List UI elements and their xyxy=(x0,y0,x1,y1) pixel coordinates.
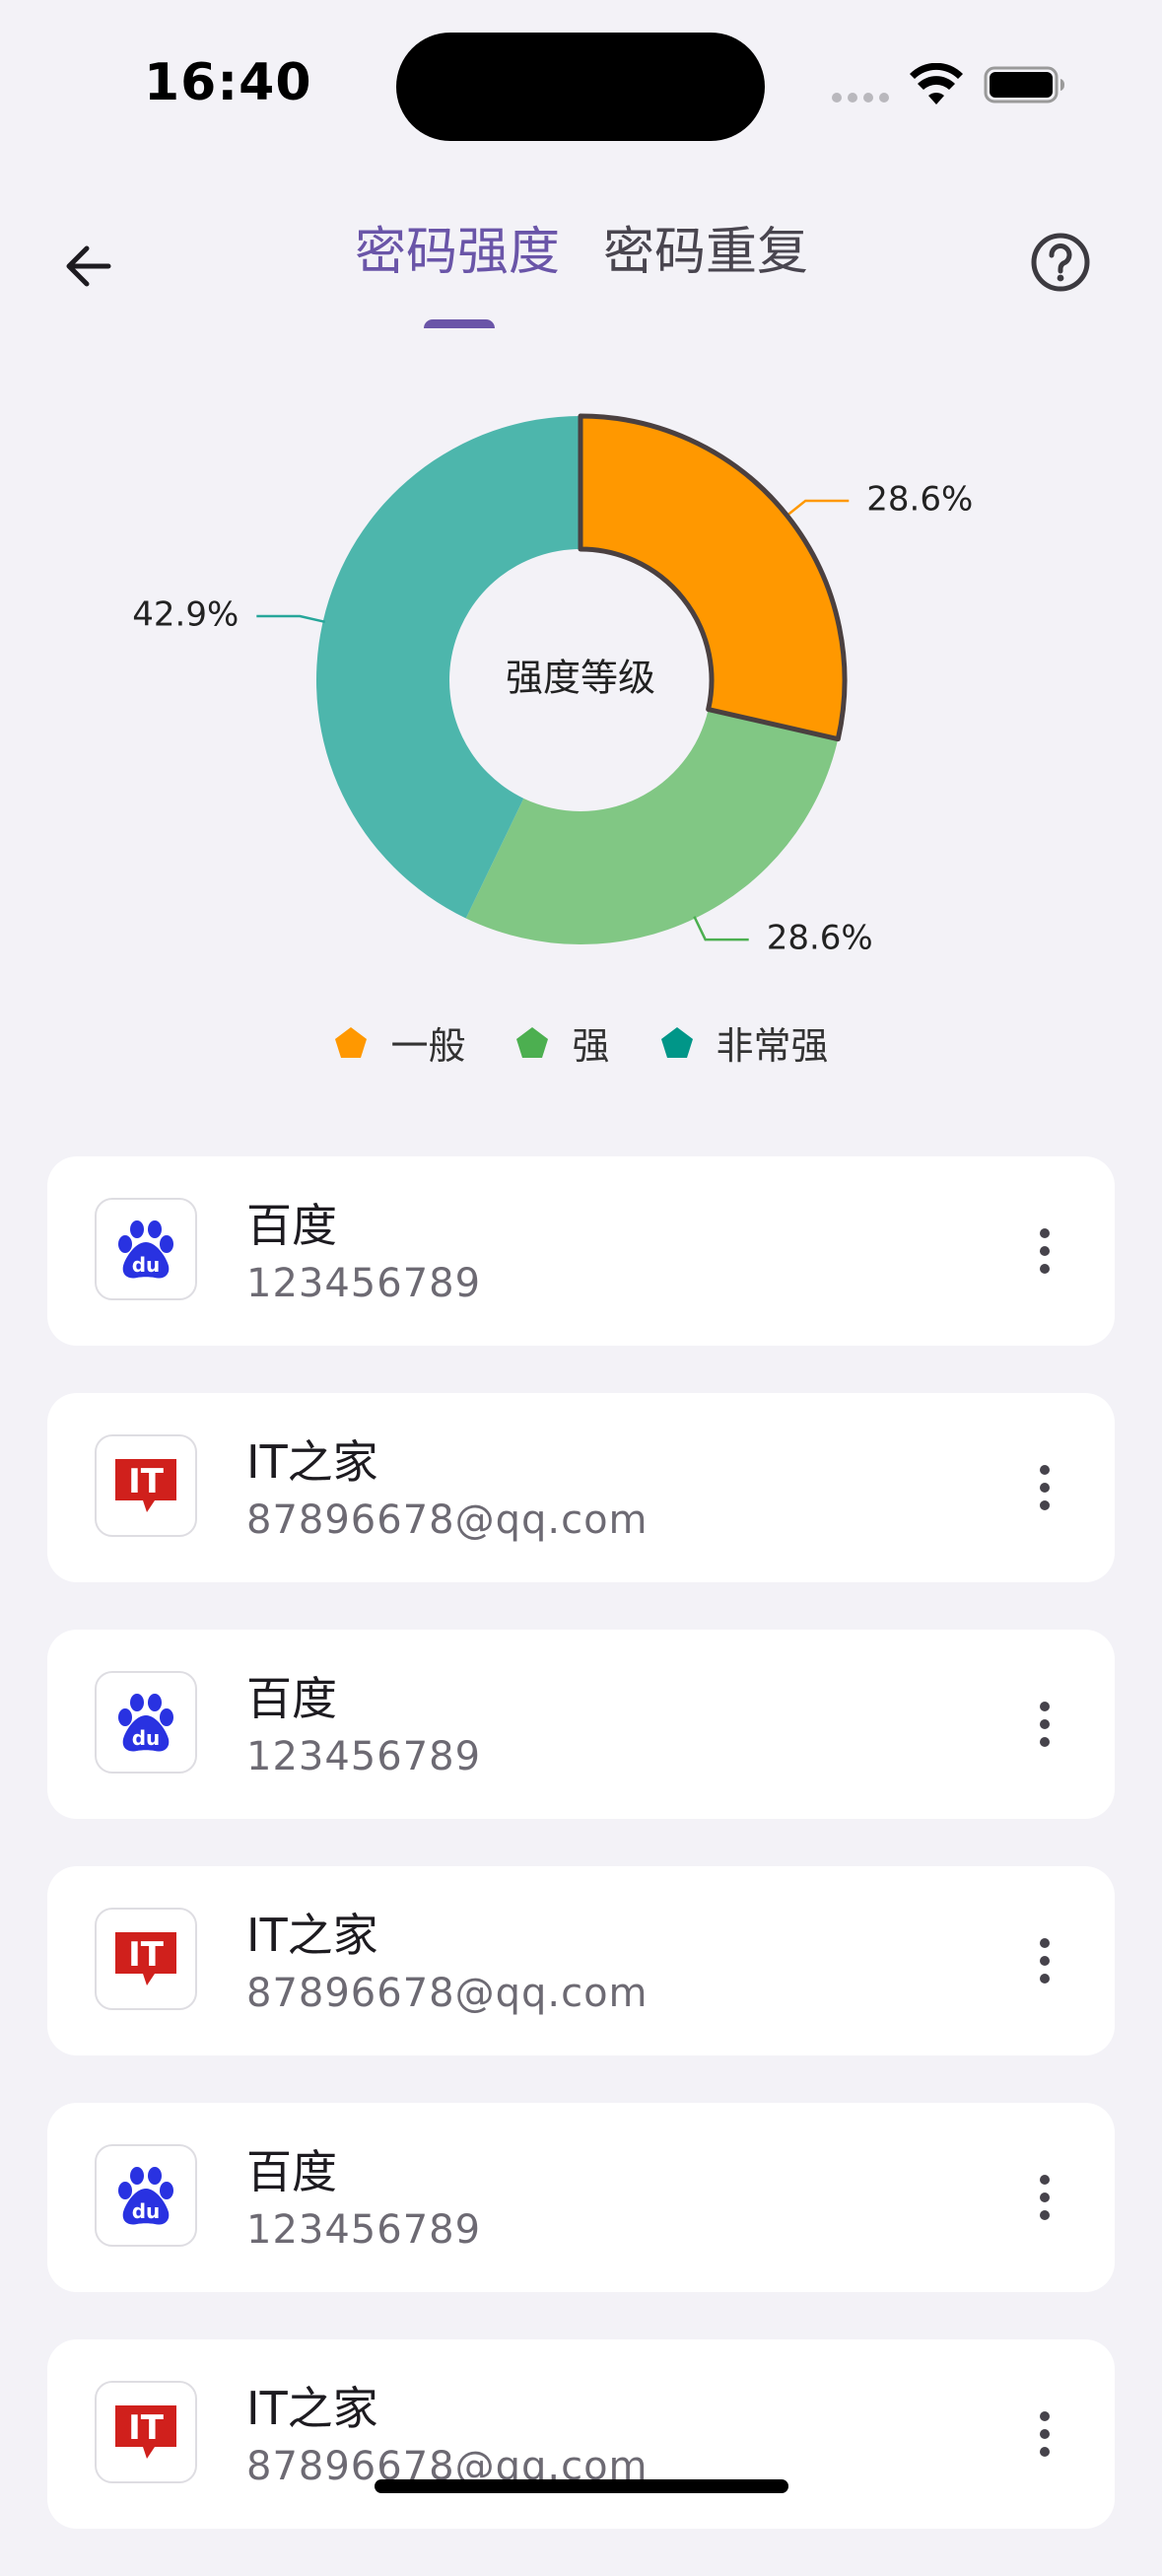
account-card[interactable]: du 百度 123456789 xyxy=(47,1156,1115,1346)
svg-text:IT: IT xyxy=(128,2408,165,2448)
chart-value-label-strong: 28.6% xyxy=(767,919,873,958)
chart-legend: 一般 强 非常强 xyxy=(0,1015,1162,1070)
account-id: 87896678@qq.com xyxy=(246,1497,649,1543)
more-vert-icon xyxy=(1040,1702,1050,1711)
more-vert-icon xyxy=(1040,2411,1050,2421)
baidu-logo-icon: du xyxy=(118,1694,173,1752)
status-time: 16:40 xyxy=(144,53,312,112)
svg-text:IT: IT xyxy=(128,1935,165,1975)
account-name: 百度 xyxy=(246,1199,337,1252)
legend-item-normal[interactable]: 一般 xyxy=(333,1015,465,1070)
top-app-bar: 密码强度 密码重复 xyxy=(0,177,1162,335)
cellular-signal-icon xyxy=(832,93,889,103)
account-name: 百度 xyxy=(246,2145,337,2198)
account-card[interactable]: du 百度 123456789 xyxy=(47,1630,1115,1819)
more-options-button[interactable] xyxy=(1025,1681,1064,1768)
account-list: du 百度 123456789 IT IT之家 87896678@qq.com … xyxy=(47,1156,1115,2576)
more-options-button[interactable] xyxy=(1025,1444,1064,1531)
chart-leader-line-very-strong xyxy=(256,614,325,624)
account-card[interactable]: du 百度 123456789 xyxy=(47,2103,1115,2292)
account-card[interactable]: IT IT之家 87896678@qq.com xyxy=(47,1393,1115,1582)
baidu-logo-icon: du xyxy=(118,1220,173,1279)
home-indicator xyxy=(375,2479,788,2493)
legend-item-very-strong[interactable]: 非常强 xyxy=(659,1015,829,1070)
tab-row: 密码强度 密码重复 xyxy=(355,211,808,294)
account-id: 123456789 xyxy=(246,1734,482,1779)
app-logo: du xyxy=(95,1671,197,1774)
account-id: 123456789 xyxy=(246,1261,482,1306)
more-vert-icon xyxy=(1040,1465,1050,1475)
app-logo: IT xyxy=(95,2381,197,2483)
account-name: IT之家 xyxy=(246,1435,378,1489)
app-logo: du xyxy=(95,1198,197,1300)
tab-password-strength[interactable]: 密码强度 xyxy=(355,211,560,294)
ithome-logo-icon: IT xyxy=(115,2405,176,2459)
legend-label: 非常强 xyxy=(716,1024,829,1068)
app-logo: IT xyxy=(95,1908,197,2010)
help-circle-icon xyxy=(1031,233,1090,292)
chart-value-label-normal: 28.6% xyxy=(866,479,973,519)
more-vert-icon xyxy=(1040,1938,1050,1948)
more-vert-icon xyxy=(1040,1228,1050,1238)
app-logo: IT xyxy=(95,1434,197,1537)
chart-leader-line-strong xyxy=(693,916,749,941)
tab-password-duplicate[interactable]: 密码重复 xyxy=(603,211,808,294)
tab-indicator xyxy=(424,319,495,328)
legend-item-strong[interactable]: 强 xyxy=(514,1015,610,1070)
ithome-logo-icon: IT xyxy=(115,1932,176,1985)
more-options-button[interactable] xyxy=(1025,1917,1064,2004)
legend-label: 强 xyxy=(572,1024,610,1068)
account-card[interactable]: IT IT之家 87896678@qq.com xyxy=(47,1866,1115,2055)
help-button[interactable] xyxy=(1017,219,1104,306)
svg-text:du: du xyxy=(132,2199,161,2223)
app-logo: du xyxy=(95,2144,197,2247)
wifi-icon xyxy=(910,63,963,104)
chart-leader-line-normal xyxy=(785,499,850,519)
account-name: IT之家 xyxy=(246,2382,378,2435)
ithome-logo-icon: IT xyxy=(115,1459,176,1512)
baidu-logo-icon: du xyxy=(118,2167,173,2225)
dynamic-island xyxy=(396,33,765,141)
status-bar: 16:40 xyxy=(0,0,1162,177)
more-options-button[interactable] xyxy=(1025,2154,1064,2241)
svg-text:du: du xyxy=(132,1253,161,1277)
account-name: IT之家 xyxy=(246,1909,378,1962)
account-card[interactable]: IT IT之家 87896678@qq.com xyxy=(47,2339,1115,2529)
chart-value-label-very-strong: 42.9% xyxy=(132,595,239,635)
pentagon-icon xyxy=(335,1026,368,1058)
more-vert-icon xyxy=(1040,2175,1050,2185)
chart-center-label: 强度等级 xyxy=(506,657,655,700)
account-name: 百度 xyxy=(246,1672,337,1725)
account-id: 123456789 xyxy=(246,2207,482,2253)
svg-text:du: du xyxy=(132,1726,161,1750)
svg-text:IT: IT xyxy=(128,1462,165,1501)
account-id: 87896678@qq.com xyxy=(246,1971,649,2016)
back-button[interactable] xyxy=(45,223,132,310)
battery-icon xyxy=(984,66,1064,104)
legend-label: 一般 xyxy=(390,1024,466,1068)
arrow-left-icon xyxy=(66,245,111,287)
pentagon-icon xyxy=(516,1026,549,1058)
chart-slice-strong[interactable] xyxy=(465,709,839,944)
more-options-button[interactable] xyxy=(1025,1208,1064,1294)
pentagon-icon xyxy=(660,1026,693,1058)
more-options-button[interactable] xyxy=(1025,2391,1064,2477)
